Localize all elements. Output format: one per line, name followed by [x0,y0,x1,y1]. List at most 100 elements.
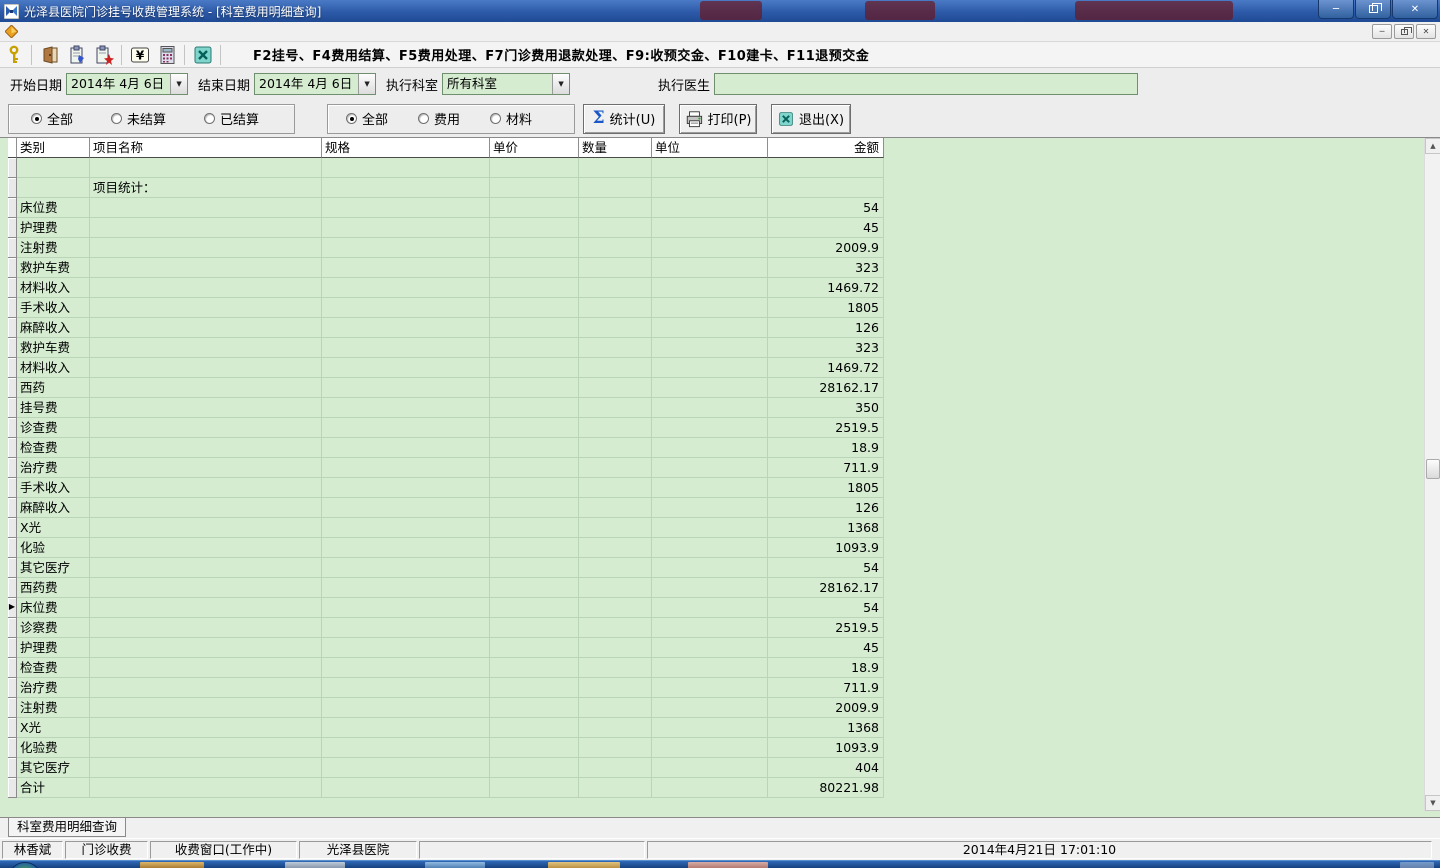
row-selector[interactable]: ▶ [8,358,17,378]
row-selector[interactable]: ▶ [8,198,17,218]
row-selector[interactable]: ▶ [8,158,17,178]
row-selector[interactable]: ▶ [8,698,17,718]
table-row[interactable]: ▶ 检查费 18.9 [8,658,884,678]
table-row[interactable]: ▶ 床位费 54 [8,598,884,618]
table-row[interactable]: ▶ 注射费 2009.9 [8,238,884,258]
row-selector[interactable]: ▶ [8,658,17,678]
taskbar-app-icon[interactable] [688,862,768,868]
chevron-down-icon[interactable]: ▼ [358,74,376,94]
row-selector[interactable]: ▶ [8,478,17,498]
settle-radio-option[interactable]: 已结算 [204,109,259,128]
table-row[interactable]: ▶ 材料收入 1469.72 [8,358,884,378]
row-selector[interactable]: ▶ [8,278,17,298]
column-header-unit[interactable]: 单位 [652,138,768,158]
end-date-combo[interactable]: 2014年 4月 6日 ▼ [254,73,377,95]
taskbar-app-icon[interactable] [140,862,204,868]
row-selector[interactable]: ▶ [8,458,17,478]
row-selector[interactable]: ▶ [8,778,17,798]
vertical-scrollbar[interactable]: ▲ ▼ [1424,138,1440,811]
column-header-amount[interactable]: 金额 [768,138,884,158]
table-row[interactable]: ▶ 麻醉收入 126 [8,498,884,518]
table-row[interactable]: ▶ 西药费 28162.17 [8,578,884,598]
mdi-restore-button[interactable] [1394,24,1414,39]
table-row[interactable]: ▶ X光 1368 [8,518,884,538]
table-row[interactable]: ▶ 检查费 18.9 [8,438,884,458]
taskbar-app-icon[interactable] [285,862,345,868]
calculator-icon[interactable] [154,43,179,67]
table-row[interactable]: ▶ 项目统计： [8,178,884,198]
table-row[interactable]: ▶ X光 1368 [8,718,884,738]
row-selector[interactable]: ▶ [8,558,17,578]
table-row[interactable]: ▶ 化验 1093.9 [8,538,884,558]
yen-icon[interactable]: ¥ [127,43,152,67]
row-selector[interactable]: ▶ [8,298,17,318]
doctor-input[interactable] [714,73,1139,95]
clipboard-edit-icon[interactable] [64,43,89,67]
table-row[interactable]: ▶ 合计 80221.98 [8,778,884,798]
row-selector[interactable]: ▶ [8,238,17,258]
type-radio-option[interactable]: 材料 [490,109,532,128]
table-row[interactable]: ▶ [8,158,884,178]
start-date-combo[interactable]: 2014年 4月 6日 ▼ [66,73,189,95]
tab-fee-detail-query[interactable]: 科室费用明细查询 [8,818,127,837]
row-selector[interactable]: ▶ [8,318,17,338]
table-row[interactable]: ▶ 手术收入 1805 [8,298,884,318]
taskbar-app-icon[interactable] [548,862,620,868]
chevron-down-icon[interactable]: ▼ [552,74,570,94]
row-selector[interactable]: ▶ [8,518,17,538]
row-selector[interactable]: ▶ [8,618,17,638]
print-button[interactable]: 打印(P) [679,103,757,134]
table-row[interactable]: ▶ 其它医疗 404 [8,758,884,778]
close-box-icon[interactable] [190,43,215,67]
table-row[interactable]: ▶ 诊察费 2519.5 [8,618,884,638]
taskbar-app-icon[interactable] [425,862,485,868]
department-combo[interactable]: 所有科室 ▼ [442,73,571,95]
minimize-button[interactable]: ─ [1318,0,1354,19]
table-row[interactable]: ▶ 材料收入 1469.72 [8,278,884,298]
scroll-up-icon[interactable]: ▲ [1425,138,1440,154]
mdi-minimize-button[interactable]: ─ [1372,24,1392,39]
row-selector[interactable]: ▶ [8,678,17,698]
row-selector[interactable]: ▶ [8,258,17,278]
exit-button[interactable]: 退出(X) [771,103,851,134]
stats-button[interactable]: Σ 统计(U) [583,103,665,134]
column-header-qty[interactable]: 数量 [579,138,652,158]
row-selector[interactable]: ▶ [8,498,17,518]
column-header-category[interactable]: 类别 [17,138,90,158]
table-row[interactable]: ▶ 治疗费 711.9 [8,678,884,698]
row-selector[interactable]: ▶ [8,738,17,758]
table-row[interactable]: ▶ 其它医疗 54 [8,558,884,578]
close-button[interactable]: ✕ [1392,0,1438,19]
restore-button[interactable] [1355,0,1391,19]
row-selector[interactable]: ▶ [8,538,17,558]
settle-radio-option[interactable]: 全部 [31,109,73,128]
row-selector[interactable]: ▶ [8,598,17,618]
table-row[interactable]: ▶ 护理费 45 [8,638,884,658]
row-selector[interactable]: ▶ [8,338,17,358]
start-orb-icon[interactable] [8,862,42,868]
chevron-down-icon[interactable]: ▼ [170,74,188,94]
type-radio-option[interactable]: 全部 [346,109,388,128]
table-row[interactable]: ▶ 西药 28162.17 [8,378,884,398]
table-row[interactable]: ▶ 诊查费 2519.5 [8,418,884,438]
settle-radio-option[interactable]: 未结算 [111,109,166,128]
row-selector[interactable]: ▶ [8,638,17,658]
row-selector[interactable]: ▶ [8,418,17,438]
column-header-item[interactable]: 项目名称 [90,138,322,158]
door-icon[interactable] [37,43,62,67]
type-radio-option[interactable]: 费用 [418,109,460,128]
scrollbar-thumb[interactable] [1426,459,1440,479]
table-row[interactable]: ▶ 麻醉收入 126 [8,318,884,338]
column-header-spec[interactable]: 规格 [322,138,490,158]
clipboard-star-icon[interactable] [91,43,116,67]
row-selector[interactable]: ▶ [8,218,17,238]
table-row[interactable]: ▶ 挂号费 350 [8,398,884,418]
table-row[interactable]: ▶ 注射费 2009.9 [8,698,884,718]
scroll-down-icon[interactable]: ▼ [1425,795,1440,811]
row-selector[interactable]: ▶ [8,178,17,198]
key-icon[interactable] [1,43,26,67]
table-row[interactable]: ▶ 救护车费 323 [8,258,884,278]
table-row[interactable]: ▶ 救护车费 323 [8,338,884,358]
row-selector[interactable]: ▶ [8,718,17,738]
row-selector[interactable]: ▶ [8,398,17,418]
